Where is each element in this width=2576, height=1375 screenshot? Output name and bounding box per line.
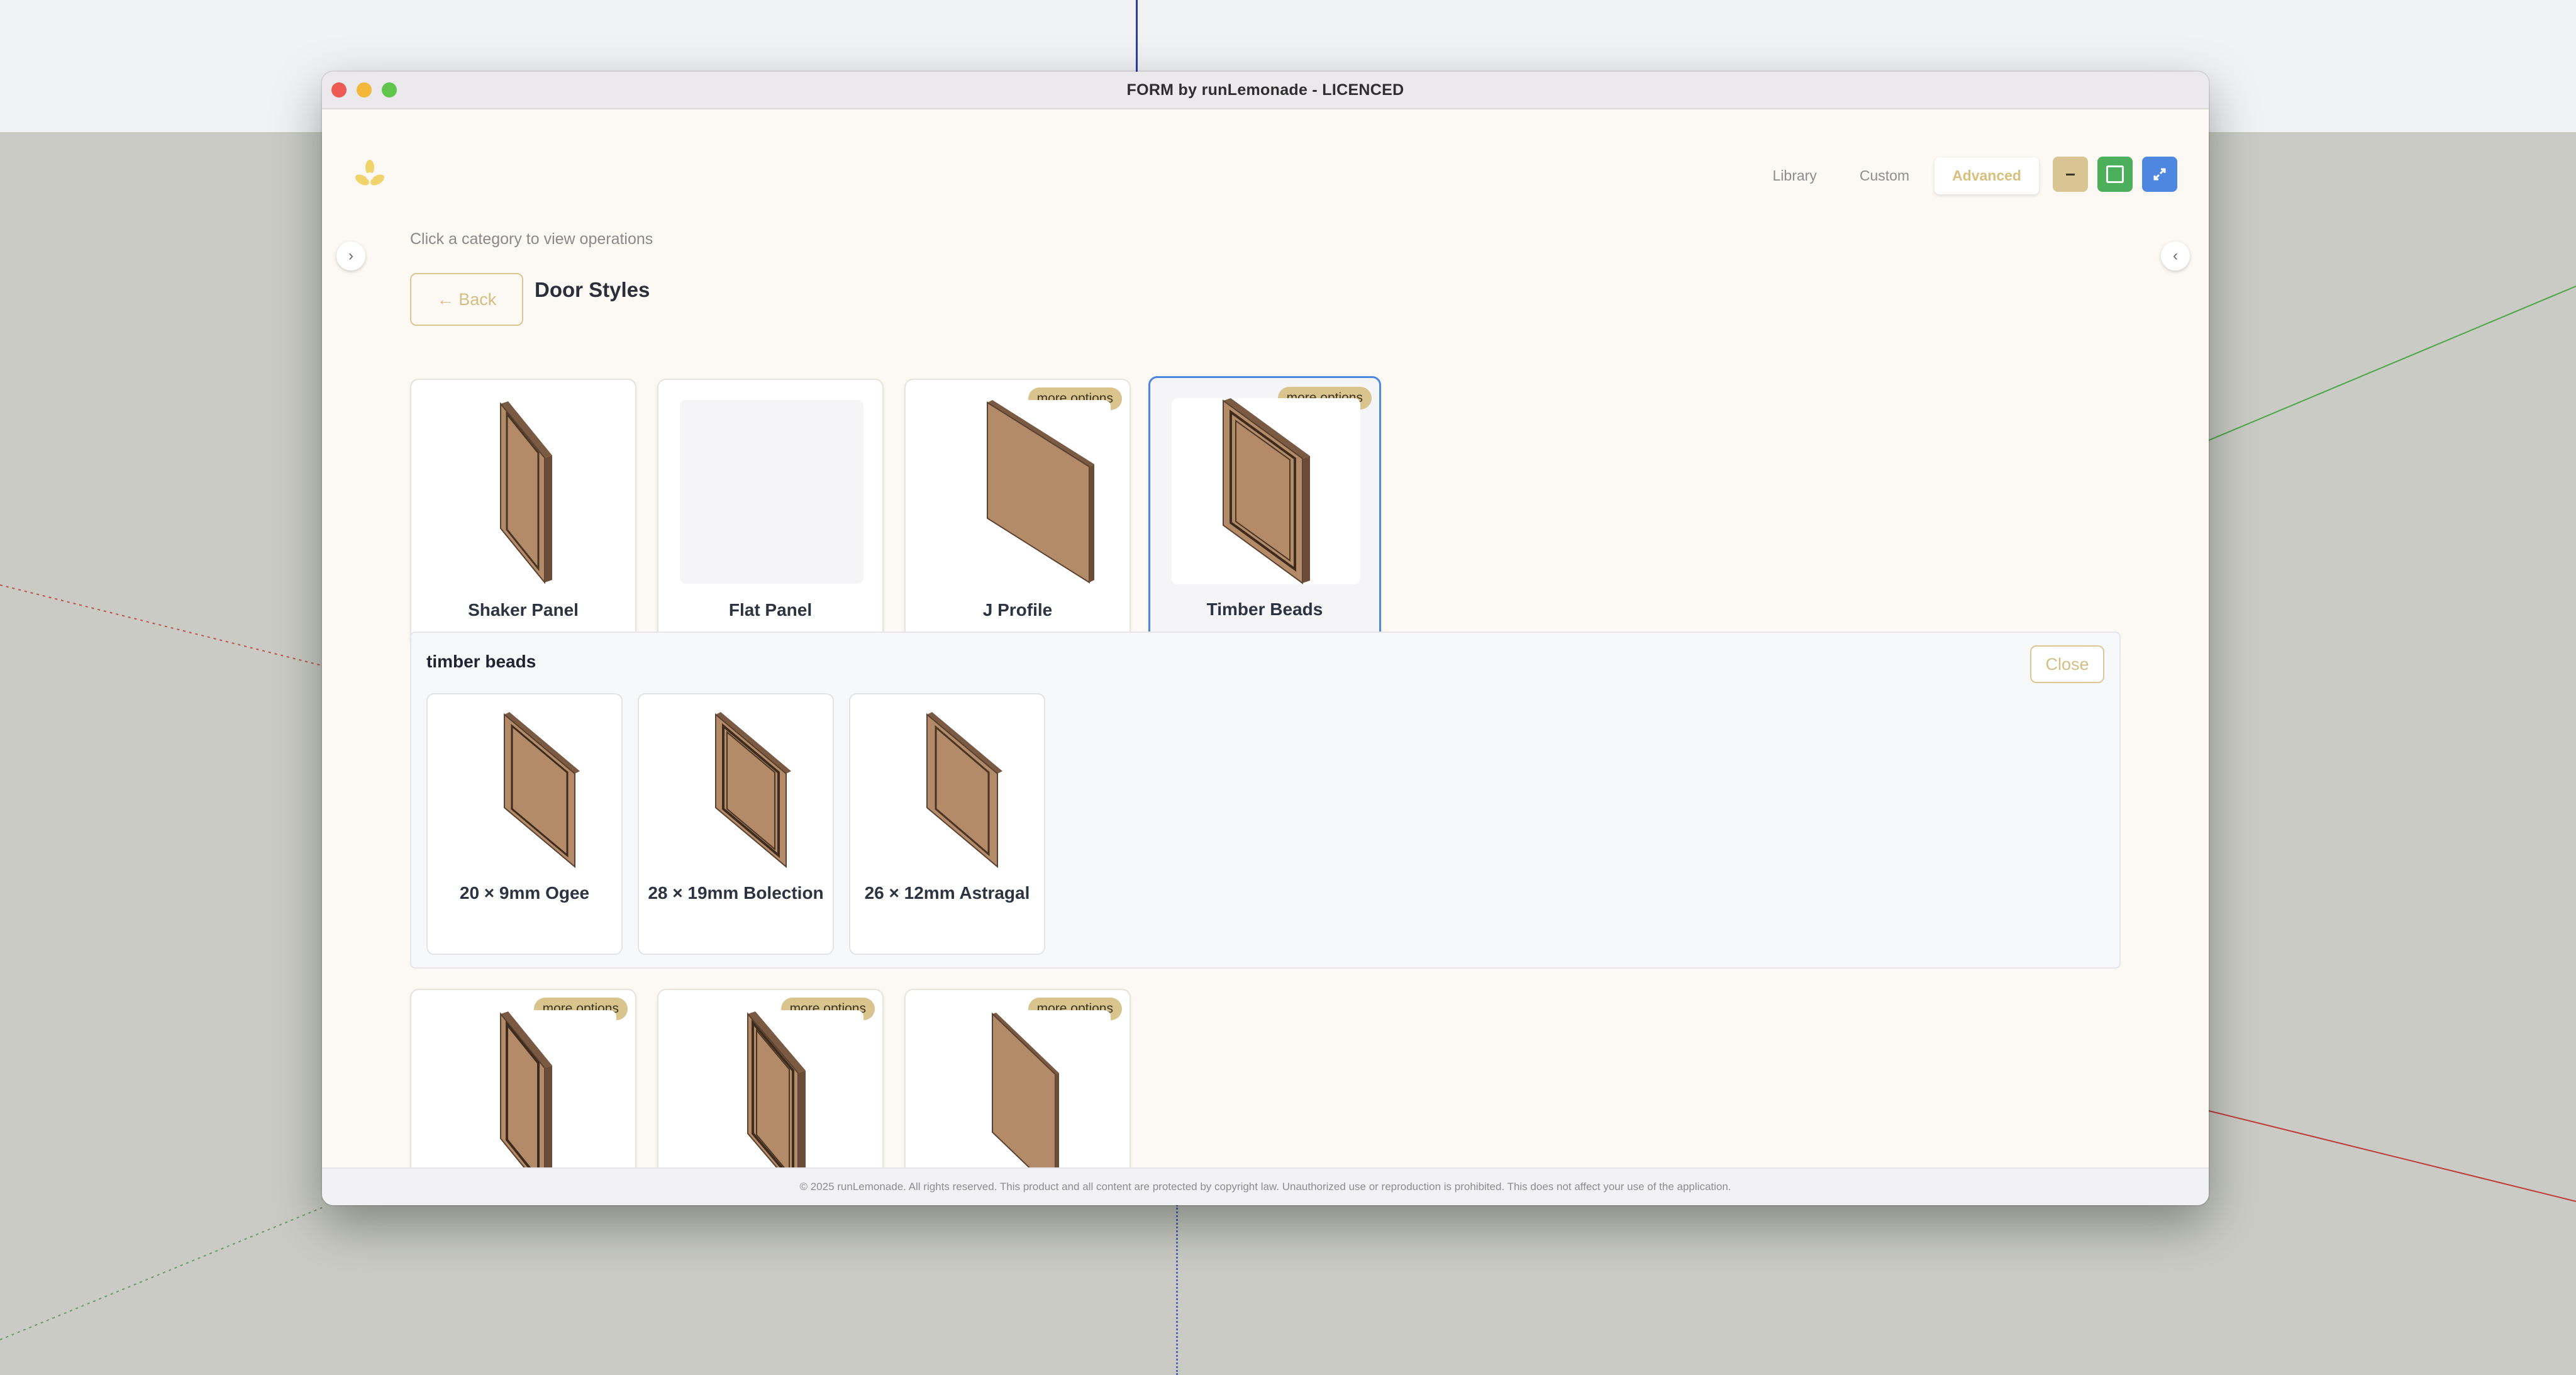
lemon-logo-icon bbox=[355, 160, 384, 186]
tab-custom[interactable]: Custom bbox=[1842, 157, 1927, 194]
maximize-button[interactable] bbox=[2097, 157, 2133, 192]
bead-option-astragal[interactable]: 26 × 12mm Astragal bbox=[849, 693, 1045, 955]
bead-option-label: 28 × 19mm Bolection bbox=[648, 883, 824, 903]
right-panel-toggle[interactable]: ‹ bbox=[2161, 242, 2190, 270]
style-card-shaker-panel[interactable]: Shaker Panel bbox=[410, 379, 636, 648]
close-window-button[interactable] bbox=[331, 82, 347, 97]
back-button[interactable]: ← Back bbox=[410, 273, 523, 326]
app-window: FORM by runLemonade - LICENCED Library C… bbox=[322, 72, 2209, 1205]
style-card[interactable]: more options bbox=[904, 989, 1131, 1169]
tab-advanced[interactable]: Advanced bbox=[1935, 157, 2039, 194]
style-card-label: Flat Panel bbox=[728, 600, 813, 620]
timber-beads-door-icon bbox=[1172, 398, 1360, 584]
copyright-footer: © 2025 runLemonade. All rights reserved.… bbox=[322, 1167, 2209, 1205]
timber-beads-panel: timber beads Close 20 × 9mm Ogee 28 × 19… bbox=[410, 632, 2121, 969]
tab-library[interactable]: Library bbox=[1755, 157, 1835, 194]
fullscreen-button[interactable] bbox=[2142, 157, 2177, 192]
style-card-label: Shaker Panel bbox=[468, 600, 579, 620]
expand-icon bbox=[2153, 168, 2166, 181]
left-panel-toggle[interactable]: › bbox=[336, 242, 365, 270]
bead-option-label: 20 × 9mm Ogee bbox=[459, 883, 590, 903]
door-style-icon bbox=[680, 1010, 863, 1169]
style-card-label: Timber Beads bbox=[1206, 599, 1323, 619]
minus-icon bbox=[2066, 173, 2075, 175]
style-card-flat-panel[interactable]: Flat Panel bbox=[657, 379, 884, 648]
mode-tabs: Library Custom Advanced bbox=[1755, 157, 2039, 194]
style-card[interactable]: more options bbox=[410, 989, 636, 1169]
bead-option-label: 26 × 12mm Astragal bbox=[864, 883, 1030, 903]
zoom-window-button[interactable] bbox=[382, 82, 397, 97]
astragal-door-icon bbox=[867, 711, 1030, 874]
j-profile-door-icon bbox=[927, 400, 1111, 584]
style-card-label: J Profile bbox=[982, 600, 1053, 620]
instruction-text: Click a category to view operations bbox=[410, 230, 653, 248]
flat-panel-placeholder-image bbox=[680, 400, 863, 584]
minimize-window-button[interactable] bbox=[357, 82, 372, 97]
bead-option-ogee[interactable]: 20 × 9mm Ogee bbox=[426, 693, 623, 955]
bolection-door-icon bbox=[655, 711, 819, 874]
style-card-timber-beads[interactable]: more options Timber Beads bbox=[1148, 376, 1381, 650]
chevron-right-icon: › bbox=[348, 247, 353, 264]
shaker-panel-door-icon bbox=[433, 400, 616, 584]
window-title: FORM by runLemonade - LICENCED bbox=[1126, 81, 1404, 99]
style-card-j-profile[interactable]: more options J Profile bbox=[904, 379, 1131, 648]
ogee-door-icon bbox=[444, 711, 608, 874]
chevron-left-icon: ‹ bbox=[2173, 247, 2178, 264]
square-icon bbox=[2106, 165, 2124, 183]
content-area: Library Custom Advanced › ‹ Click a cate… bbox=[322, 108, 2209, 1169]
close-panel-button[interactable]: Close bbox=[2030, 645, 2104, 683]
minimize-button[interactable] bbox=[2053, 157, 2088, 192]
title-bar: FORM by runLemonade - LICENCED bbox=[322, 72, 2209, 109]
door-style-icon bbox=[927, 1010, 1111, 1169]
door-style-icon bbox=[433, 1010, 616, 1169]
style-card[interactable]: more options bbox=[657, 989, 884, 1169]
panel-title: timber beads bbox=[426, 652, 536, 671]
bead-option-bolection[interactable]: 28 × 19mm Bolection bbox=[638, 693, 834, 955]
page-title: Door Styles bbox=[535, 278, 650, 301]
